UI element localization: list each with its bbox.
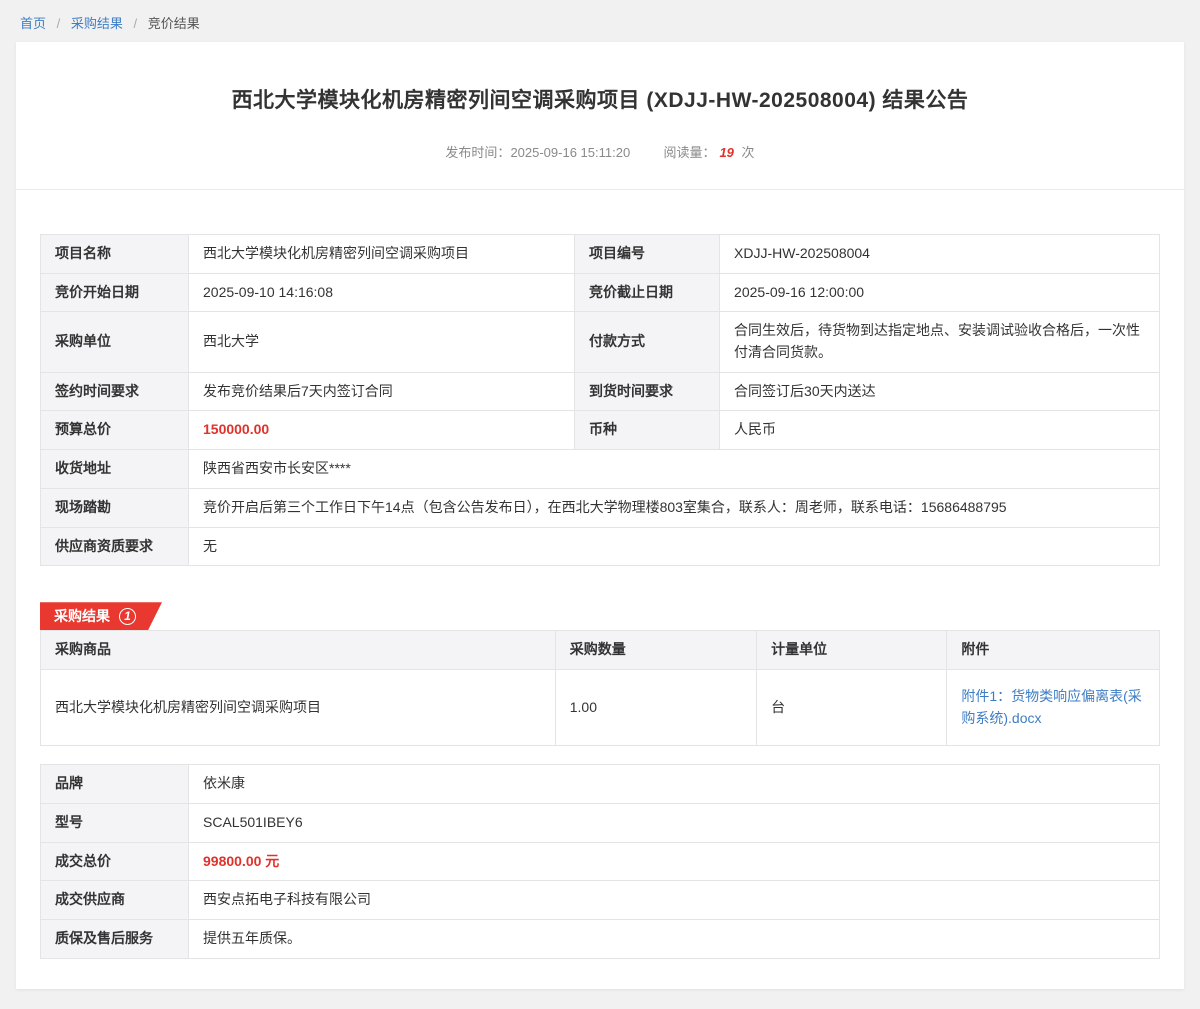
result-header-attachment: 附件	[947, 631, 1160, 670]
info-row-delivery-address: 收货地址 陕西省西安市长安区****	[41, 450, 1160, 489]
announcement-meta: 发布时间：2025-09-16 15:11:20 阅读量： 19 次	[40, 142, 1160, 161]
detail-label: 成交总价	[41, 842, 189, 881]
detail-row-model: 型号 SCAL501IBEY6	[41, 803, 1160, 842]
result-section-header: 采购结果 1	[40, 602, 1160, 630]
info-value: 发布竞价结果后7天内签订合同	[189, 372, 575, 411]
detail-value: 依米康	[189, 765, 1160, 804]
result-attachment-cell: 附件1：货物类响应偏离表(采购系统).docx	[947, 669, 1160, 745]
detail-label: 成交供应商	[41, 881, 189, 920]
info-label: 到货时间要求	[575, 372, 720, 411]
info-label: 收货地址	[41, 450, 189, 489]
info-label: 币种	[575, 411, 720, 450]
result-header-product: 采购商品	[41, 631, 556, 670]
info-label: 项目名称	[41, 235, 189, 274]
info-label: 预算总价	[41, 411, 189, 450]
info-label: 竞价开始日期	[41, 273, 189, 312]
detail-row-final-price: 成交总价 99800.00 元	[41, 842, 1160, 881]
result-header-quantity: 采购数量	[555, 631, 756, 670]
final-price-value: 99800.00 元	[189, 842, 1160, 881]
detail-row-brand: 品牌 依米康	[41, 765, 1160, 804]
info-value: 陕西省西安市长安区****	[189, 450, 1160, 489]
result-table: 采购商品 采购数量 计量单位 附件 西北大学模块化机房精密列间空调采购项目 1.…	[40, 630, 1160, 746]
page-title: 西北大学模块化机房精密列间空调采购项目 (XDJJ-HW-202508004) …	[40, 42, 1160, 114]
result-unit: 台	[757, 669, 947, 745]
info-row-site-visit: 现场踏勘 竞价开启后第三个工作日下午14点（包含公告发布日），在西北大学物理楼8…	[41, 488, 1160, 527]
attachment-link[interactable]: 附件1：货物类响应偏离表(采购系统).docx	[961, 688, 1141, 726]
info-row-budget-currency: 预算总价 150000.00 币种 人民币	[41, 411, 1160, 450]
info-row-signing-delivery: 签约时间要求 发布竞价结果后7天内签订合同 到货时间要求 合同签订后30天内送达	[41, 372, 1160, 411]
publish-time-value: 2025-09-16 15:11:20	[510, 145, 630, 160]
views-label: 阅读量：	[663, 145, 715, 160]
info-label: 项目编号	[575, 235, 720, 274]
publish-time-label: 发布时间：	[445, 145, 510, 160]
detail-row-warranty: 质保及售后服务 提供五年质保。	[41, 920, 1160, 959]
info-value: XDJJ-HW-202508004	[720, 235, 1160, 274]
result-product: 西北大学模块化机房精密列间空调采购项目	[41, 669, 556, 745]
info-value: 人民币	[720, 411, 1160, 450]
info-value: 2025-09-16 12:00:00	[720, 273, 1160, 312]
info-label: 供应商资质要求	[41, 527, 189, 566]
info-label: 现场踏勘	[41, 488, 189, 527]
info-value: 无	[189, 527, 1160, 566]
detail-label: 质保及售后服务	[41, 920, 189, 959]
result-detail-table: 品牌 依米康 型号 SCAL501IBEY6 成交总价 99800.00 元 成…	[40, 764, 1160, 958]
result-count-badge: 1	[119, 608, 136, 625]
breadcrumb-current: 竞价结果	[148, 16, 200, 31]
procurement-result-ribbon: 采购结果 1	[40, 602, 162, 630]
ribbon-label: 采购结果	[54, 607, 110, 625]
breadcrumb-separator: /	[57, 16, 61, 31]
detail-label: 品牌	[41, 765, 189, 804]
result-header-unit: 计量单位	[757, 631, 947, 670]
info-value: 竞价开启后第三个工作日下午14点（包含公告发布日），在西北大学物理楼803室集合…	[189, 488, 1160, 527]
detail-value: SCAL501IBEY6	[189, 803, 1160, 842]
breadcrumb: 首页 / 采购结果 / 竞价结果	[0, 0, 1200, 42]
announcement-card: 西北大学模块化机房精密列间空调采购项目 (XDJJ-HW-202508004) …	[16, 42, 1184, 989]
info-value: 2025-09-10 14:16:08	[189, 273, 575, 312]
breadcrumb-home-link[interactable]: 首页	[20, 16, 46, 31]
breadcrumb-separator: /	[134, 16, 138, 31]
budget-total-value: 150000.00	[189, 411, 575, 450]
detail-value: 西安点拓电子科技有限公司	[189, 881, 1160, 920]
info-value: 合同生效后，待货物到达指定地点、安装调试验收合格后，一次性付清合同货款。	[720, 312, 1160, 372]
info-value: 西北大学	[189, 312, 575, 372]
info-row-supplier-qualification: 供应商资质要求 无	[41, 527, 1160, 566]
info-label: 采购单位	[41, 312, 189, 372]
views-unit: 次	[742, 145, 755, 160]
result-row: 西北大学模块化机房精密列间空调采购项目 1.00 台 附件1：货物类响应偏离表(…	[41, 669, 1160, 745]
info-row-project-name: 项目名称 西北大学模块化机房精密列间空调采购项目 项目编号 XDJJ-HW-20…	[41, 235, 1160, 274]
result-header-row: 采购商品 采购数量 计量单位 附件	[41, 631, 1160, 670]
info-label: 竞价截止日期	[575, 273, 720, 312]
views-count: 19	[719, 145, 733, 160]
detail-label: 型号	[41, 803, 189, 842]
info-row-purchaser-payment: 采购单位 西北大学 付款方式 合同生效后，待货物到达指定地点、安装调试验收合格后…	[41, 312, 1160, 372]
info-label: 付款方式	[575, 312, 720, 372]
info-value: 西北大学模块化机房精密列间空调采购项目	[189, 235, 575, 274]
result-quantity: 1.00	[555, 669, 756, 745]
detail-value: 提供五年质保。	[189, 920, 1160, 959]
project-info-table: 项目名称 西北大学模块化机房精密列间空调采购项目 项目编号 XDJJ-HW-20…	[40, 234, 1160, 566]
info-value: 合同签订后30天内送达	[720, 372, 1160, 411]
info-row-bid-dates: 竞价开始日期 2025-09-10 14:16:08 竞价截止日期 2025-0…	[41, 273, 1160, 312]
detail-row-winning-supplier: 成交供应商 西安点拓电子科技有限公司	[41, 881, 1160, 920]
divider	[16, 189, 1184, 190]
info-label: 签约时间要求	[41, 372, 189, 411]
breadcrumb-procurement-results-link[interactable]: 采购结果	[71, 16, 123, 31]
